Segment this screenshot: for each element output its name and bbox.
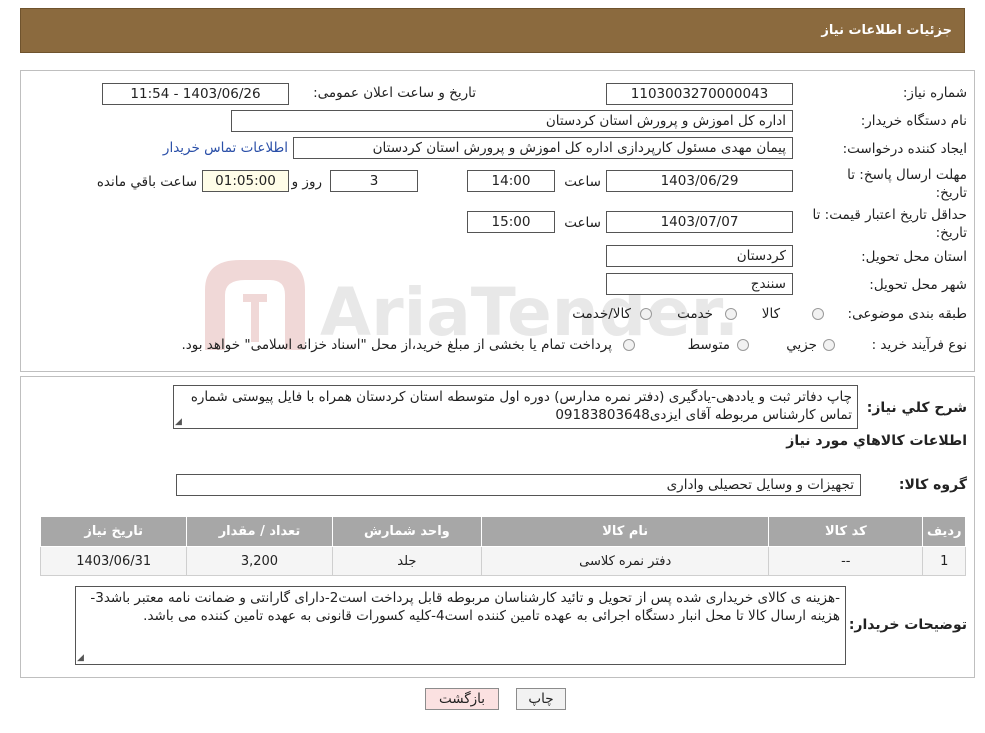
goods-group-field: تجهیزات و وسایل تحصیلی واداری xyxy=(176,474,861,496)
purchase-radio-minor[interactable] xyxy=(823,339,835,351)
buyer-org-field: اداره کل اموزش و پرورش استان کردستان xyxy=(231,110,793,132)
table-row: 1 -- دفتر نمره کلاسی جلد 3,200 1403/06/3… xyxy=(39,546,966,576)
need-number-label: شماره نیاز: xyxy=(902,85,967,101)
need-number-field: 1103003270000043 xyxy=(606,83,793,105)
goods-group-label: گروه کالا: xyxy=(898,477,967,493)
validity-label: حداقل تاریخ اعتبار قیمت: تا تاریخ: xyxy=(812,207,967,241)
purchase-type-label: نوع فرآیند خرید : xyxy=(871,337,967,353)
print-button[interactable]: چاپ xyxy=(516,688,566,710)
col-code: کد کالا xyxy=(768,516,924,547)
days-label: روز و xyxy=(291,174,322,190)
city-label: شهر محل تحویل: xyxy=(869,277,967,293)
col-unit: واحد شمارش xyxy=(331,516,483,547)
buyer-notes-textarea[interactable]: -هزینه ی کالای خریداری شده پس از تحویل و… xyxy=(75,586,846,665)
remaining-time-field: 01:05:00 xyxy=(202,170,289,192)
goods-table: ردیف کد کالا نام کالا واحد شمارش تعداد /… xyxy=(39,516,966,576)
category-radio-both[interactable] xyxy=(640,308,652,320)
cell-name: دفتر نمره کلاسی xyxy=(481,546,770,576)
cell-unit: جلد xyxy=(331,546,483,576)
deadline-label: مهلت ارسال پاسخ: تا تاریخ: xyxy=(847,167,967,201)
validity-time-field: 15:00 xyxy=(467,211,555,233)
deadline-time-label: ساعت xyxy=(564,174,601,190)
purchase-option-minor: جزیي xyxy=(786,337,817,353)
col-quantity: تعداد / مقدار xyxy=(186,516,333,547)
buyer-notes-label: توضیحات خریدار: xyxy=(848,617,967,633)
resize-handle-icon[interactable]: ◢ xyxy=(77,654,84,663)
page-header: جزئیات اطلاعات نیاز xyxy=(20,8,965,53)
category-option-service: خدمت xyxy=(677,306,713,322)
city-field: سنندج xyxy=(606,273,793,295)
cell-date: 1403/06/31 xyxy=(39,546,188,576)
remaining-label: ساعت باقي مانده xyxy=(96,174,197,190)
summary-label: شرح کلي نياز: xyxy=(866,400,967,416)
cell-quantity: 3,200 xyxy=(186,546,333,576)
summary-textarea[interactable]: چاپ دفاتر ثبت و یاددهی-یادگیری (دفتر نمر… xyxy=(173,385,858,429)
deadline-date-field: 1403/06/29 xyxy=(606,170,793,192)
cell-code: -- xyxy=(768,546,924,576)
col-row: ردیف xyxy=(922,516,966,547)
announce-label: تاریخ و ساعت اعلان عمومی: xyxy=(313,85,476,101)
category-label: طبقه بندی موضوعی: xyxy=(847,306,967,322)
summary-text: چاپ دفاتر ثبت و یاددهی-یادگیری (دفتر نمر… xyxy=(190,389,852,423)
col-name: نام کالا xyxy=(481,516,770,547)
cell-row: 1 xyxy=(922,546,966,576)
goods-section-title: اطلاعات کالاهاي مورد نياز xyxy=(786,433,967,449)
creator-field: پیمان مهدی مسئول کارپردازی اداره کل اموز… xyxy=(293,137,793,159)
contact-info-link[interactable]: اطلاعات تماس خریدار xyxy=(163,140,288,156)
buyer-notes-text: -هزینه ی کالای خریداری شده پس از تحویل و… xyxy=(90,590,840,624)
validity-time-label: ساعت xyxy=(564,215,601,231)
buyer-org-label: نام دستگاه خریدار: xyxy=(860,113,967,129)
back-button[interactable]: بازگشت xyxy=(425,688,499,710)
category-radio-goods[interactable] xyxy=(812,308,824,320)
purchase-note: پرداخت تمام یا بخشی از مبلغ خرید،از محل … xyxy=(181,337,612,353)
deadline-time-field: 14:00 xyxy=(467,170,555,192)
treasury-checkbox[interactable] xyxy=(623,339,635,351)
category-radio-service[interactable] xyxy=(725,308,737,320)
category-option-goods: کالا xyxy=(761,306,780,322)
goods-table-header: ردیف کد کالا نام کالا واحد شمارش تعداد /… xyxy=(39,516,966,547)
col-date: تاریخ نیاز xyxy=(39,516,188,547)
creator-label: ایجاد کننده درخواست: xyxy=(842,141,967,157)
page-title: جزئیات اطلاعات نیاز xyxy=(821,23,952,38)
days-field: 3 xyxy=(330,170,418,192)
purchase-option-medium: متوسط xyxy=(687,337,730,353)
validity-date-field: 1403/07/07 xyxy=(606,211,793,233)
resize-handle-icon[interactable]: ◢ xyxy=(175,418,182,427)
province-label: استان محل تحویل: xyxy=(861,249,967,265)
purchase-radio-medium[interactable] xyxy=(737,339,749,351)
category-option-both: کالا/خدمت xyxy=(572,306,631,322)
announce-field: 1403/06/26 - 11:54 xyxy=(102,83,289,105)
province-field: کردستان xyxy=(606,245,793,267)
